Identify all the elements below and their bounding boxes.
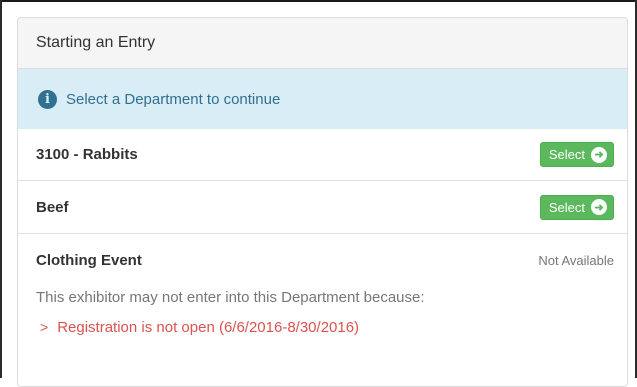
info-alert: i Select a Department to continue (18, 69, 627, 129)
select-button-label: Select (548, 199, 585, 215)
arrow-circle-right-icon: ➜ (591, 146, 607, 163)
info-circle-icon: i (38, 89, 57, 109)
unavailable-header: Clothing Event Not Available (36, 234, 614, 286)
department-name: Beef (36, 198, 69, 216)
top-border (0, 0, 637, 2)
department-row: 3100 - Rabbits Select ➜ (18, 129, 627, 181)
department-name: Clothing Event (36, 251, 142, 269)
select-department-button[interactable]: Select ➜ (539, 142, 614, 167)
panel-title: Starting an Entry (36, 34, 156, 51)
select-button-label: Select (548, 147, 585, 162)
alert-text: Select a Department to continue (66, 90, 281, 108)
unavailable-department: Clothing Event Not Available This exhibi… (18, 234, 627, 337)
department-name: 3100 - Rabbits (36, 146, 138, 163)
reason-item: > Registration is not open (6/6/2016-8/30… (36, 319, 614, 336)
department-row: Beef Select ➜ (18, 181, 627, 234)
select-department-button[interactable]: Select ➜ (539, 194, 614, 220)
reason-text: Registration is not open (6/6/2016-8/30/… (57, 319, 360, 336)
availability-status: Not Available (538, 252, 614, 268)
entry-panel: Starting an Entry i Select a Department … (17, 17, 628, 387)
left-border (0, 0, 2, 378)
chevron-right-icon: > (40, 319, 49, 335)
arrow-circle-right-icon: ➜ (591, 199, 607, 215)
reason-intro: This exhibitor may not enter into this D… (36, 289, 425, 306)
panel-heading: Starting an Entry (18, 18, 627, 69)
